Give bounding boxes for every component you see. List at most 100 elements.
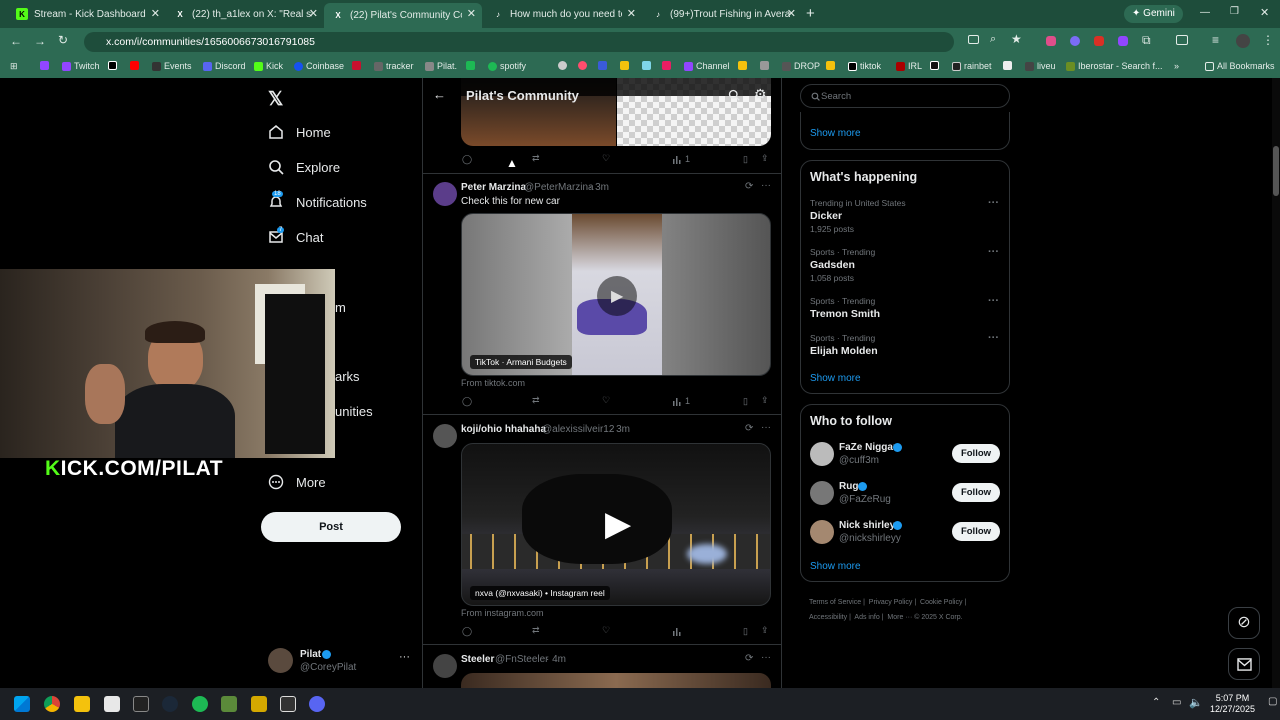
steam-icon[interactable]: [162, 696, 178, 712]
post-more-icon[interactable]: ···: [761, 652, 771, 663]
follow-name[interactable]: Nick shirley: [839, 520, 895, 531]
menu-kebab-icon[interactable]: ⋮: [1262, 33, 1274, 47]
footer-more[interactable]: More ···: [887, 614, 912, 621]
trend-more-icon[interactable]: ···: [988, 197, 999, 209]
trend-more-icon[interactable]: ···: [988, 295, 999, 307]
footer-link[interactable]: Privacy Policy: [869, 599, 913, 606]
bookmark-iberostar[interactable]: Iberostar - Search f...: [1066, 61, 1163, 71]
avatar[interactable]: [810, 520, 834, 544]
close-tab-icon[interactable]: ✕: [787, 7, 796, 20]
minecraft-icon[interactable]: [221, 696, 237, 712]
tray-overflow-icon[interactable]: ⌃: [1152, 697, 1160, 708]
bookmark-discord[interactable]: Discord: [203, 61, 246, 71]
follow-button[interactable]: Follow: [952, 522, 1000, 541]
bookmark-icon[interactable]: [662, 61, 671, 70]
bookmark-icon[interactable]: [760, 61, 769, 70]
avatar[interactable]: [810, 481, 834, 505]
post-author-handle[interactable]: @FnSteeler: [495, 654, 549, 665]
avatar[interactable]: [433, 654, 457, 678]
bookmark-star-icon[interactable]: ★: [1011, 32, 1022, 46]
app-icon[interactable]: [104, 696, 120, 712]
post-video-embed[interactable]: ▶ TikTok · Armani Budgets: [461, 213, 771, 376]
bookmark-post-icon[interactable]: ▯: [743, 626, 748, 637]
repost-icon[interactable]: ⇄: [532, 153, 540, 164]
nav-bookmarks-partial-label[interactable]: arks: [335, 369, 360, 384]
new-tab-button[interactable]: +: [806, 5, 815, 22]
side-panel-icon[interactable]: [1176, 35, 1188, 45]
bookmark-icon[interactable]: [738, 61, 747, 70]
messages-floating-button[interactable]: [1228, 648, 1260, 680]
app-icon[interactable]: [280, 696, 296, 712]
back-arrow-icon[interactable]: ←: [433, 87, 446, 102]
bookmark-coinbase[interactable]: Coinbase: [294, 61, 344, 71]
extension-icon[interactable]: [1070, 36, 1080, 46]
bookmark-icon[interactable]: [642, 61, 651, 70]
grok-icon[interactable]: ⟳: [745, 423, 753, 434]
bookmark-twitch[interactable]: Twitch: [62, 61, 100, 71]
show-more-link[interactable]: Show more: [810, 373, 861, 384]
bookmark-liveu[interactable]: liveu: [1025, 61, 1056, 71]
avatar[interactable]: [268, 648, 293, 673]
reply-icon[interactable]: ◯: [462, 626, 472, 637]
close-tab-icon[interactable]: ✕: [309, 7, 318, 20]
trend-item[interactable]: Sports · Trending Elijah Molden: [810, 333, 1000, 357]
windows-start-icon[interactable]: [14, 696, 30, 712]
avatar[interactable]: [433, 182, 457, 206]
minimize-window-icon[interactable]: —: [1200, 7, 1210, 18]
bookmark-icon[interactable]: [826, 61, 835, 70]
close-tab-icon[interactable]: ✕: [627, 7, 636, 20]
follow-button[interactable]: Follow: [952, 483, 1000, 502]
nav-more[interactable]: More: [268, 474, 326, 490]
grok-icon[interactable]: ⟳: [745, 181, 753, 192]
reply-icon[interactable]: ◯: [462, 396, 472, 407]
show-more-link[interactable]: Show more: [810, 561, 861, 572]
bookmark-spotify[interactable]: spotify: [488, 61, 526, 71]
post-author-handle[interactable]: @PeterMarzina: [524, 182, 594, 193]
embed-source[interactable]: From tiktok.com: [461, 378, 525, 388]
play-icon[interactable]: ▶: [605, 504, 631, 544]
post-more-icon[interactable]: ···: [761, 422, 771, 433]
tab-tiktok-1[interactable]: ♪ How much do you need to mai ✕: [484, 3, 642, 25]
gemini-button[interactable]: ✦ Gemini: [1124, 5, 1183, 23]
bookmark-tiktok[interactable]: tiktok: [848, 61, 881, 71]
follow-name[interactable]: FaZe Niggar: [839, 442, 897, 453]
grok-icon[interactable]: ⟳: [745, 653, 753, 664]
trend-item[interactable]: Sports · Trending Tremon Smith: [810, 296, 1000, 320]
bookmark-icon[interactable]: [598, 61, 607, 70]
bookmark-rainbet[interactable]: rainbet: [952, 61, 992, 71]
bookmark-icon[interactable]: [558, 61, 567, 70]
share-icon[interactable]: ⇪: [761, 395, 769, 406]
bookmark-post-icon[interactable]: ▯: [743, 396, 748, 407]
adblock-icon[interactable]: [1094, 36, 1104, 46]
nav-notifications[interactable]: Notifications: [268, 194, 367, 210]
post-author-handle[interactable]: @alexissilveir12: [542, 424, 614, 435]
avatar[interactable]: [433, 424, 457, 448]
close-tab-icon[interactable]: ✕: [467, 7, 476, 20]
footer-link[interactable]: Cookie Policy: [920, 599, 962, 606]
like-icon[interactable]: ♡: [602, 153, 610, 164]
back-icon[interactable]: ←: [10, 34, 22, 48]
notifications-icon[interactable]: ▢: [1268, 696, 1277, 707]
post-button[interactable]: Post: [261, 512, 401, 542]
chrome-icon[interactable]: [44, 696, 60, 712]
bookmarks-overflow-icon[interactable]: »: [1174, 61, 1179, 71]
bookmark-pilat[interactable]: Pilat.: [425, 61, 457, 71]
post-time[interactable]: · 3m: [610, 424, 630, 435]
cast-icon[interactable]: [968, 35, 979, 44]
account-menu-icon[interactable]: ···: [399, 651, 410, 663]
tab-x-post[interactable]: X (22) th_a1lex on X: "Real shit🥺 ✕: [166, 3, 324, 25]
bookmark-tracker[interactable]: tracker: [374, 61, 414, 71]
bookmark-icon[interactable]: [930, 61, 939, 70]
footer-link[interactable]: Terms of Service: [809, 599, 861, 606]
search-input[interactable]: Search: [800, 84, 1010, 108]
post-time[interactable]: · 4m: [546, 654, 566, 665]
footer-link[interactable]: Accessibility: [809, 614, 847, 621]
share-icon[interactable]: ⇪: [761, 153, 769, 164]
file-explorer-icon[interactable]: [74, 696, 90, 712]
show-more-link[interactable]: Show more: [810, 128, 861, 139]
footer-link[interactable]: Ads info: [854, 614, 879, 621]
bookmark-irl[interactable]: IRL: [896, 61, 922, 71]
bookmark-icon[interactable]: [620, 61, 629, 70]
repost-icon[interactable]: ⇄: [532, 625, 540, 636]
discord-icon[interactable]: [309, 696, 325, 712]
